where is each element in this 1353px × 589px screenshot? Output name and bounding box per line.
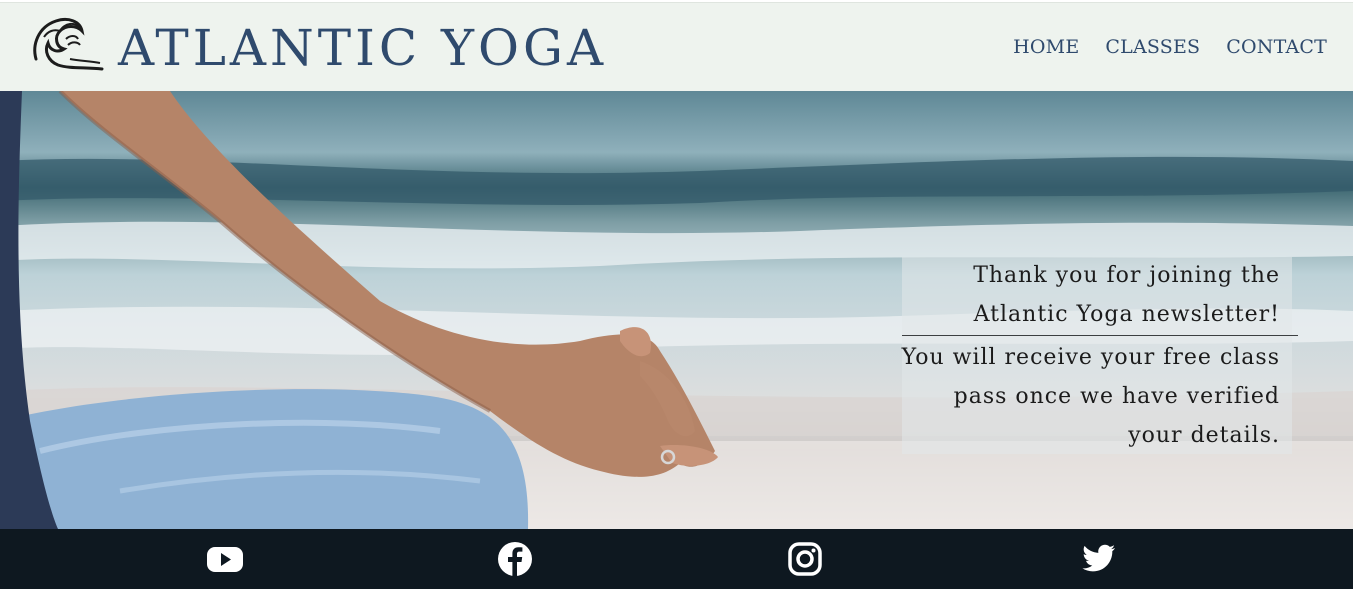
message-line: Thank you for joining the (973, 263, 1280, 288)
wave-icon (33, 17, 104, 71)
twitter-icon[interactable] (1078, 539, 1118, 579)
instagram-icon[interactable] (785, 539, 825, 579)
hero-image: Thank you for joining the Atlantic Yoga … (0, 91, 1353, 529)
newsletter-confirmation: Thank you for joining the Atlantic Yoga … (901, 257, 1298, 454)
site-header: ATLANTIC YOGA HOME CLASSES CONTACT (0, 2, 1353, 91)
message-line: Atlantic Yoga newsletter! (973, 302, 1280, 327)
site-footer (0, 529, 1353, 589)
message-line: You will receive your free class (901, 345, 1280, 370)
nav-contact[interactable]: CONTACT (1226, 36, 1327, 58)
main-nav: HOME CLASSES CONTACT (1013, 36, 1327, 58)
facebook-icon[interactable] (495, 539, 535, 579)
nav-home[interactable]: HOME (1013, 36, 1079, 58)
message-line: your details. (1128, 423, 1280, 448)
brand-title[interactable]: ATLANTIC YOGA (118, 23, 607, 73)
message-divider (902, 335, 1298, 336)
message-line: pass once we have verified (953, 384, 1280, 409)
nav-classes[interactable]: CLASSES (1105, 36, 1200, 58)
youtube-icon[interactable] (205, 539, 245, 579)
